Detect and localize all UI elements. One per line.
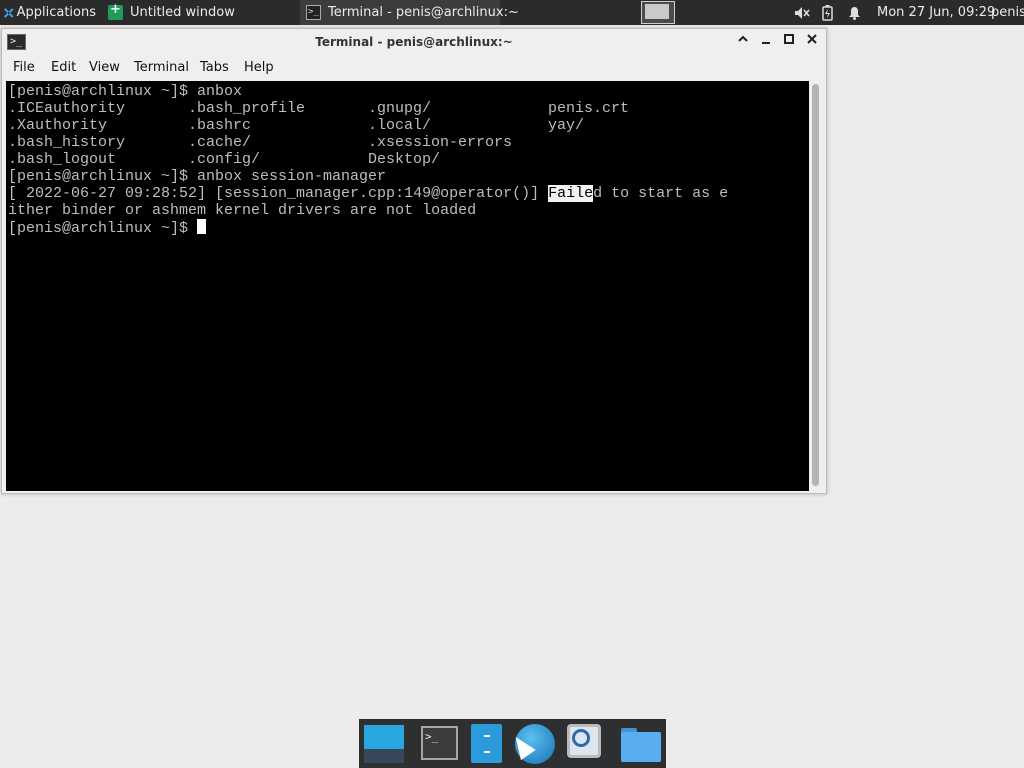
close-icon: [807, 34, 817, 44]
terminal-line: ither binder or ashmem kernel drivers ar…: [8, 202, 728, 219]
terminal-line: .bash_history .cache/ .xsession-errors: [8, 134, 728, 151]
ls-entry: .ICEauthority: [8, 100, 126, 117]
maximize-icon: [784, 34, 794, 44]
maximize-button[interactable]: [780, 33, 798, 51]
minimize-button[interactable]: [757, 33, 775, 51]
terminal-output[interactable]: [penis@archlinux ~]$ anbox .ICEauthority…: [6, 81, 809, 491]
ls-entry: .xsession-errors: [368, 134, 513, 151]
error-text: d to start as e: [593, 185, 729, 202]
scrollbar[interactable]: [810, 82, 822, 490]
volume-muted-icon[interactable]: [792, 0, 812, 25]
shade-button[interactable]: [734, 33, 752, 51]
prompt: [penis@archlinux ~]$: [8, 168, 198, 185]
applications-menu[interactable]: Applications: [0, 0, 96, 25]
green-app-icon: [108, 2, 123, 20]
top-panel: Applications Untitled window >_ Terminal…: [0, 0, 1024, 25]
taskbar-item-label: Terminal - penis@archlinux:~: [328, 5, 519, 20]
web-browser-icon[interactable]: [508, 722, 557, 765]
error-text: [ 2022-06-27 09:28:52] [session_manager.…: [8, 185, 549, 202]
ls-entry: .bash_logout: [8, 151, 117, 168]
prompt: [penis@archlinux ~]$: [8, 83, 198, 100]
terminal-line: .ICEauthority .bash_profile .gnupg/penis.c…: [8, 100, 728, 117]
ls-entry: penis.crt: [548, 100, 630, 117]
search-icon[interactable]: [562, 722, 606, 765]
terminal-line: .Xauthority .bashrc .local/yay/: [8, 117, 728, 134]
user-menu[interactable]: penis: [991, 0, 1024, 25]
text-cursor: [197, 219, 207, 234]
menu-tabs[interactable]: Tabs: [200, 60, 229, 75]
folder-icon[interactable]: [617, 722, 661, 765]
ls-entry: .gnupg/: [368, 100, 432, 117]
close-button[interactable]: [803, 33, 821, 51]
terminal-window: >_ Terminal - penis@archlinux:~ File Edi…: [1, 28, 827, 494]
chevron-up-icon: [738, 35, 748, 42]
menu-bar: File Edit View Terminal Tabs Help: [2, 56, 826, 80]
ls-entry: .bash_history: [8, 134, 126, 151]
window-title: Terminal - penis@archlinux:~: [315, 35, 513, 49]
terminal-line: [penis@archlinux ~]$: [8, 219, 728, 237]
taskbar-item-terminal[interactable]: >_ Terminal - penis@archlinux:~: [300, 0, 519, 25]
command: anbox: [197, 83, 243, 100]
ls-entry: yay/: [548, 117, 585, 134]
command: anbox session-manager: [197, 168, 387, 185]
terminal-icon: >_: [306, 5, 321, 20]
selected-text: Faile: [548, 185, 594, 202]
workspace-switcher[interactable]: [641, 1, 675, 24]
workspace-thumbnail: [645, 4, 669, 19]
menu-view[interactable]: View: [89, 60, 120, 75]
prompt: [penis@archlinux ~]$: [8, 220, 198, 237]
ls-entry: .bash_profile: [188, 100, 306, 117]
menu-edit[interactable]: Edit: [51, 60, 76, 75]
battery-charging-icon[interactable]: [819, 0, 835, 25]
window-titlebar[interactable]: >_ Terminal - penis@archlinux:~: [2, 29, 826, 55]
taskbar-item-untitled-window[interactable]: Untitled window: [100, 0, 296, 25]
terminal-line: .bash_logout .config/Desktop/: [8, 151, 728, 168]
desktop-icon[interactable]: [361, 722, 405, 765]
files-icon[interactable]: [465, 722, 509, 765]
menu-help[interactable]: Help: [244, 60, 274, 75]
ls-entry: .local/: [368, 117, 432, 134]
terminal-icon[interactable]: >_: [417, 722, 461, 765]
applications-label: Applications: [16, 5, 96, 20]
scrollbar-thumb[interactable]: [812, 84, 819, 486]
minimize-icon: [762, 42, 770, 44]
ls-entry: .config/: [188, 151, 261, 168]
xfce-logo-icon: [4, 7, 14, 18]
taskbar-item-label: Untitled window: [130, 5, 235, 20]
clock[interactable]: Mon 27 Jun, 09:29: [877, 0, 995, 25]
terminal-line: [ 2022-06-27 09:28:52] [session_manager.…: [8, 185, 728, 202]
ls-entry: .cache/: [188, 134, 252, 151]
ls-entry: .Xauthority: [8, 117, 108, 134]
menu-terminal[interactable]: Terminal: [134, 60, 189, 75]
bell-icon[interactable]: [845, 0, 863, 25]
dock: >_: [359, 719, 666, 768]
menu-file[interactable]: File: [13, 60, 35, 75]
terminal-line: [penis@archlinux ~]$ anbox: [8, 83, 728, 100]
ls-entry: Desktop/: [368, 151, 441, 168]
ls-entry: .bashrc: [188, 117, 252, 134]
error-text: ither binder or ashmem kernel drivers ar…: [8, 202, 477, 219]
terminal-line: [penis@archlinux ~]$ anbox session-manag…: [8, 168, 728, 185]
